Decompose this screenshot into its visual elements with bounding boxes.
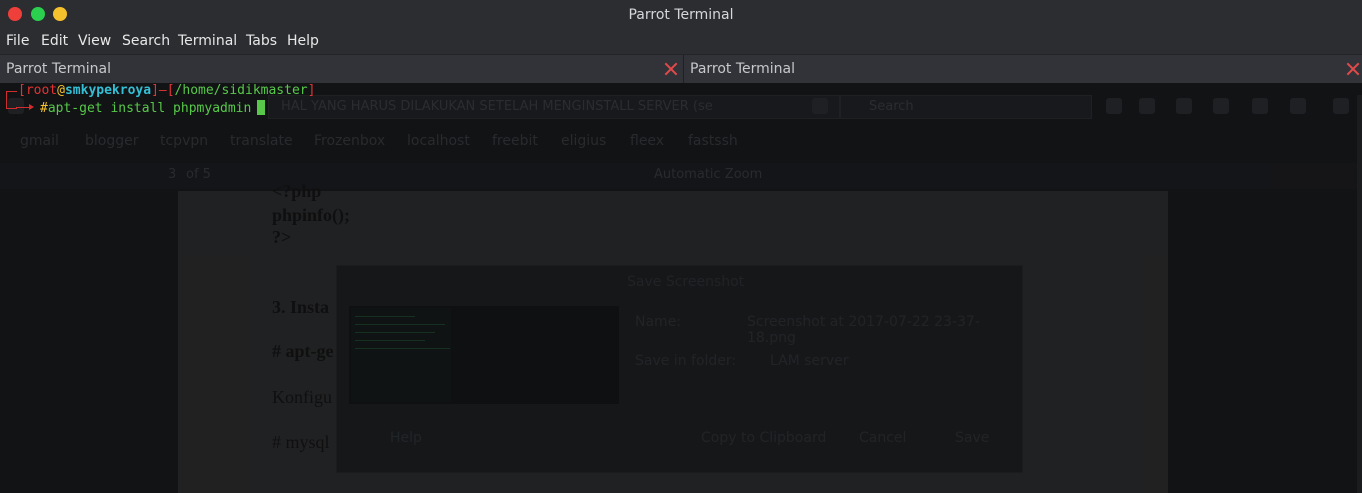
menubar: File Edit View Search Terminal Tabs Help [0,30,1362,54]
menu-help[interactable]: Help [287,33,319,49]
terminal-area[interactable]: HAL YANG HARUS DILAKUKAN SETELAH MENGINS… [0,83,1362,493]
menu-file[interactable]: File [6,33,29,49]
prompt-user: root [25,83,58,98]
tab-label: Parrot Terminal [690,61,796,77]
terminal-output: [root@smkypekroya]—[/home/sidikmaster] #… [0,83,1362,493]
window-titlebar: Parrot Terminal [0,0,1362,30]
prompt-symbol: # [40,101,48,116]
menu-view[interactable]: View [78,33,111,49]
prompt-at: @ [57,83,65,98]
tab-bar: Parrot Terminal Parrot Terminal [0,54,1362,84]
close-icon[interactable] [1346,62,1360,76]
command-line[interactable]: #apt-get install phpmyadmin [40,100,266,116]
tab-label: Parrot Terminal [6,61,112,77]
tab-terminal-2[interactable]: Parrot Terminal [684,55,1362,83]
window-title: Parrot Terminal [628,7,734,23]
text-cursor [257,100,266,115]
menu-search[interactable]: Search [122,33,170,49]
prompt-path: /home/sidikmaster [174,83,308,98]
close-icon[interactable] [664,62,678,76]
prompt-host: smkypekroya [64,83,152,98]
tab-terminal-1[interactable]: Parrot Terminal [0,55,683,83]
menu-edit[interactable]: Edit [41,33,68,49]
command-text: apt-get install phpmyadmin [47,101,252,116]
menu-terminal[interactable]: Terminal [178,33,237,49]
prompt-line: [root@smkypekroya]—[/home/sidikmaster] [18,83,316,98]
prompt-arrow-icon [16,104,34,110]
menu-tabs[interactable]: Tabs [246,33,277,49]
scrollbar[interactable] [1357,95,1362,493]
